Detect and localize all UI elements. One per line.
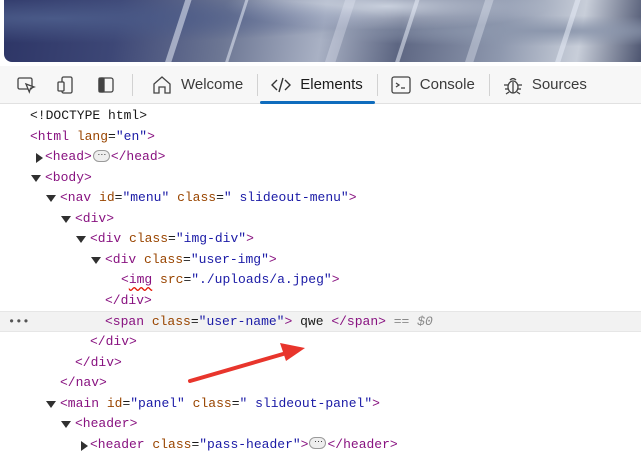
div-close-tag: </div> xyxy=(105,292,152,308)
tab-welcome-label: Welcome xyxy=(181,76,244,93)
toolbar-divider xyxy=(132,73,133,96)
dom-node-img[interactable]: <img src="./uploads/a.jpeg"> xyxy=(0,270,641,291)
div-open-tag: <div xyxy=(105,251,137,267)
bug-icon xyxy=(503,77,522,95)
dom-node-nav-close[interactable]: </nav> xyxy=(0,373,641,394)
expand-triangle-icon[interactable] xyxy=(36,153,43,163)
console-ref-label: == $0 xyxy=(393,314,433,329)
devtools-toolbar: Welcome Elements Console Sources xyxy=(0,66,641,104)
doctype-text: <!DOCTYPE html> xyxy=(30,108,148,123)
attr-name: class xyxy=(192,395,232,411)
code-icon xyxy=(271,77,292,92)
header-open-tag: <header xyxy=(90,436,145,452)
dom-node-nav[interactable]: <nav id="menu" class=" slideout-menu"> xyxy=(0,188,641,209)
dom-node-header[interactable]: <header> xyxy=(0,414,641,435)
attr-name: src xyxy=(160,272,184,287)
attr-name: class xyxy=(152,436,192,452)
div-open-tag: <div xyxy=(90,231,122,246)
dom-tree: <!DOCTYPE html> <html lang="en"> <head> ⋯… xyxy=(0,106,641,452)
header-close-tag: </header> xyxy=(327,436,398,452)
div-close-tag: </div> xyxy=(75,354,122,370)
attr-value: " slideout-menu" xyxy=(223,190,349,205)
img-tag-name: img xyxy=(128,272,153,287)
page-banner-image xyxy=(4,0,641,62)
collapse-triangle-icon[interactable] xyxy=(31,174,41,182)
div-open-tag: <div> xyxy=(75,210,115,226)
dom-node-head[interactable]: <head> ⋯ </head> xyxy=(0,147,641,168)
collapse-triangle-icon[interactable] xyxy=(46,195,56,202)
attr-name: id xyxy=(99,190,115,205)
tag-bracket: > xyxy=(268,251,277,267)
attr-name: class xyxy=(177,190,217,205)
nav-close-tag: </nav> xyxy=(60,375,107,390)
attr-value: "img-div" xyxy=(175,231,247,246)
tag-bracket: > xyxy=(372,395,380,411)
attr-value: "en" xyxy=(115,128,148,144)
attr-name: lang xyxy=(76,128,109,144)
attr-value: "user-name" xyxy=(198,314,285,329)
collapse-triangle-icon[interactable] xyxy=(91,256,101,264)
attr-value: "pass-header" xyxy=(199,436,301,452)
span-close-tag: </span> xyxy=(331,314,386,329)
tag-bracket: > xyxy=(331,272,340,287)
collapse-triangle-icon[interactable] xyxy=(76,236,86,243)
dom-node-span-selected[interactable]: ••• <span class="user-name"> qwe </span> … xyxy=(0,311,641,332)
tab-console-label: Console xyxy=(419,76,475,93)
dom-node-html[interactable]: <html lang="en"> xyxy=(0,127,641,148)
collapse-triangle-icon[interactable] xyxy=(61,215,71,223)
span-text-content: qwe xyxy=(292,314,332,329)
tag-bracket: > xyxy=(147,128,155,144)
attr-value: "user-img" xyxy=(190,251,269,267)
head-close-tag: </head> xyxy=(110,149,166,164)
dom-node-user-img[interactable]: <div class="user-img"> xyxy=(0,250,641,271)
console-icon xyxy=(391,75,411,94)
body-open-tag: <body> xyxy=(45,169,92,185)
drawer-toggle-icon[interactable] xyxy=(86,66,126,104)
home-icon xyxy=(153,75,171,94)
tab-console[interactable]: Console xyxy=(378,66,489,104)
collapsed-ellipsis-button[interactable]: ⋯ xyxy=(92,149,110,162)
dom-node-div[interactable]: <div> xyxy=(0,209,641,230)
nav-open-tag: <nav xyxy=(60,190,92,205)
tab-sources-label: Sources xyxy=(531,76,587,93)
collapsed-ellipsis-button[interactable]: ⋯ xyxy=(309,437,327,450)
dom-node-body[interactable]: <body> xyxy=(0,168,641,189)
tab-welcome[interactable]: Welcome xyxy=(139,66,257,104)
tag-bracket: > xyxy=(246,231,254,246)
attr-value: "menu" xyxy=(122,190,170,205)
main-open-tag: <main xyxy=(60,395,100,411)
collapse-triangle-icon[interactable] xyxy=(46,400,56,408)
attr-name: class xyxy=(151,314,191,329)
tab-elements[interactable]: Elements xyxy=(258,66,377,104)
inspect-element-icon[interactable] xyxy=(6,66,46,104)
header-open-tag: <header> xyxy=(75,416,138,431)
tab-sources[interactable]: Sources xyxy=(490,66,601,104)
dom-node-div-close[interactable]: </div> xyxy=(0,353,641,374)
attr-name: class xyxy=(144,251,184,267)
row-menu-icon[interactable]: ••• xyxy=(8,312,30,333)
attr-name: class xyxy=(129,231,169,246)
tag-bracket: > xyxy=(300,436,309,452)
collapse-triangle-icon[interactable] xyxy=(61,421,71,428)
tab-elements-label: Elements xyxy=(300,76,363,93)
div-close-tag: </div> xyxy=(90,334,137,349)
expand-triangle-icon[interactable] xyxy=(81,440,88,451)
dom-node-doctype[interactable]: <!DOCTYPE html> xyxy=(0,106,641,127)
dom-node-div-close[interactable]: </div> xyxy=(0,332,641,353)
dom-node-pass-header[interactable]: <header class="pass-header"> ⋯ </header> xyxy=(0,435,641,452)
device-emulation-icon[interactable] xyxy=(46,66,86,104)
attr-value: "panel" xyxy=(130,395,185,411)
span-open-tag: <span xyxy=(105,314,145,329)
dom-node-div-close[interactable]: </div> xyxy=(0,291,641,312)
dom-node-img-div[interactable]: <div class="img-div"> xyxy=(0,229,641,250)
tag-bracket: > xyxy=(348,190,357,205)
attr-value: " slideout-panel" xyxy=(239,395,373,411)
attr-name: id xyxy=(106,395,123,411)
html-open-tag: <html xyxy=(30,128,70,144)
head-open-tag: <head> xyxy=(45,149,92,164)
dom-node-main[interactable]: <main id="panel" class=" slideout-panel"… xyxy=(0,394,641,415)
attr-value: "./uploads/a.jpeg" xyxy=(191,272,332,287)
